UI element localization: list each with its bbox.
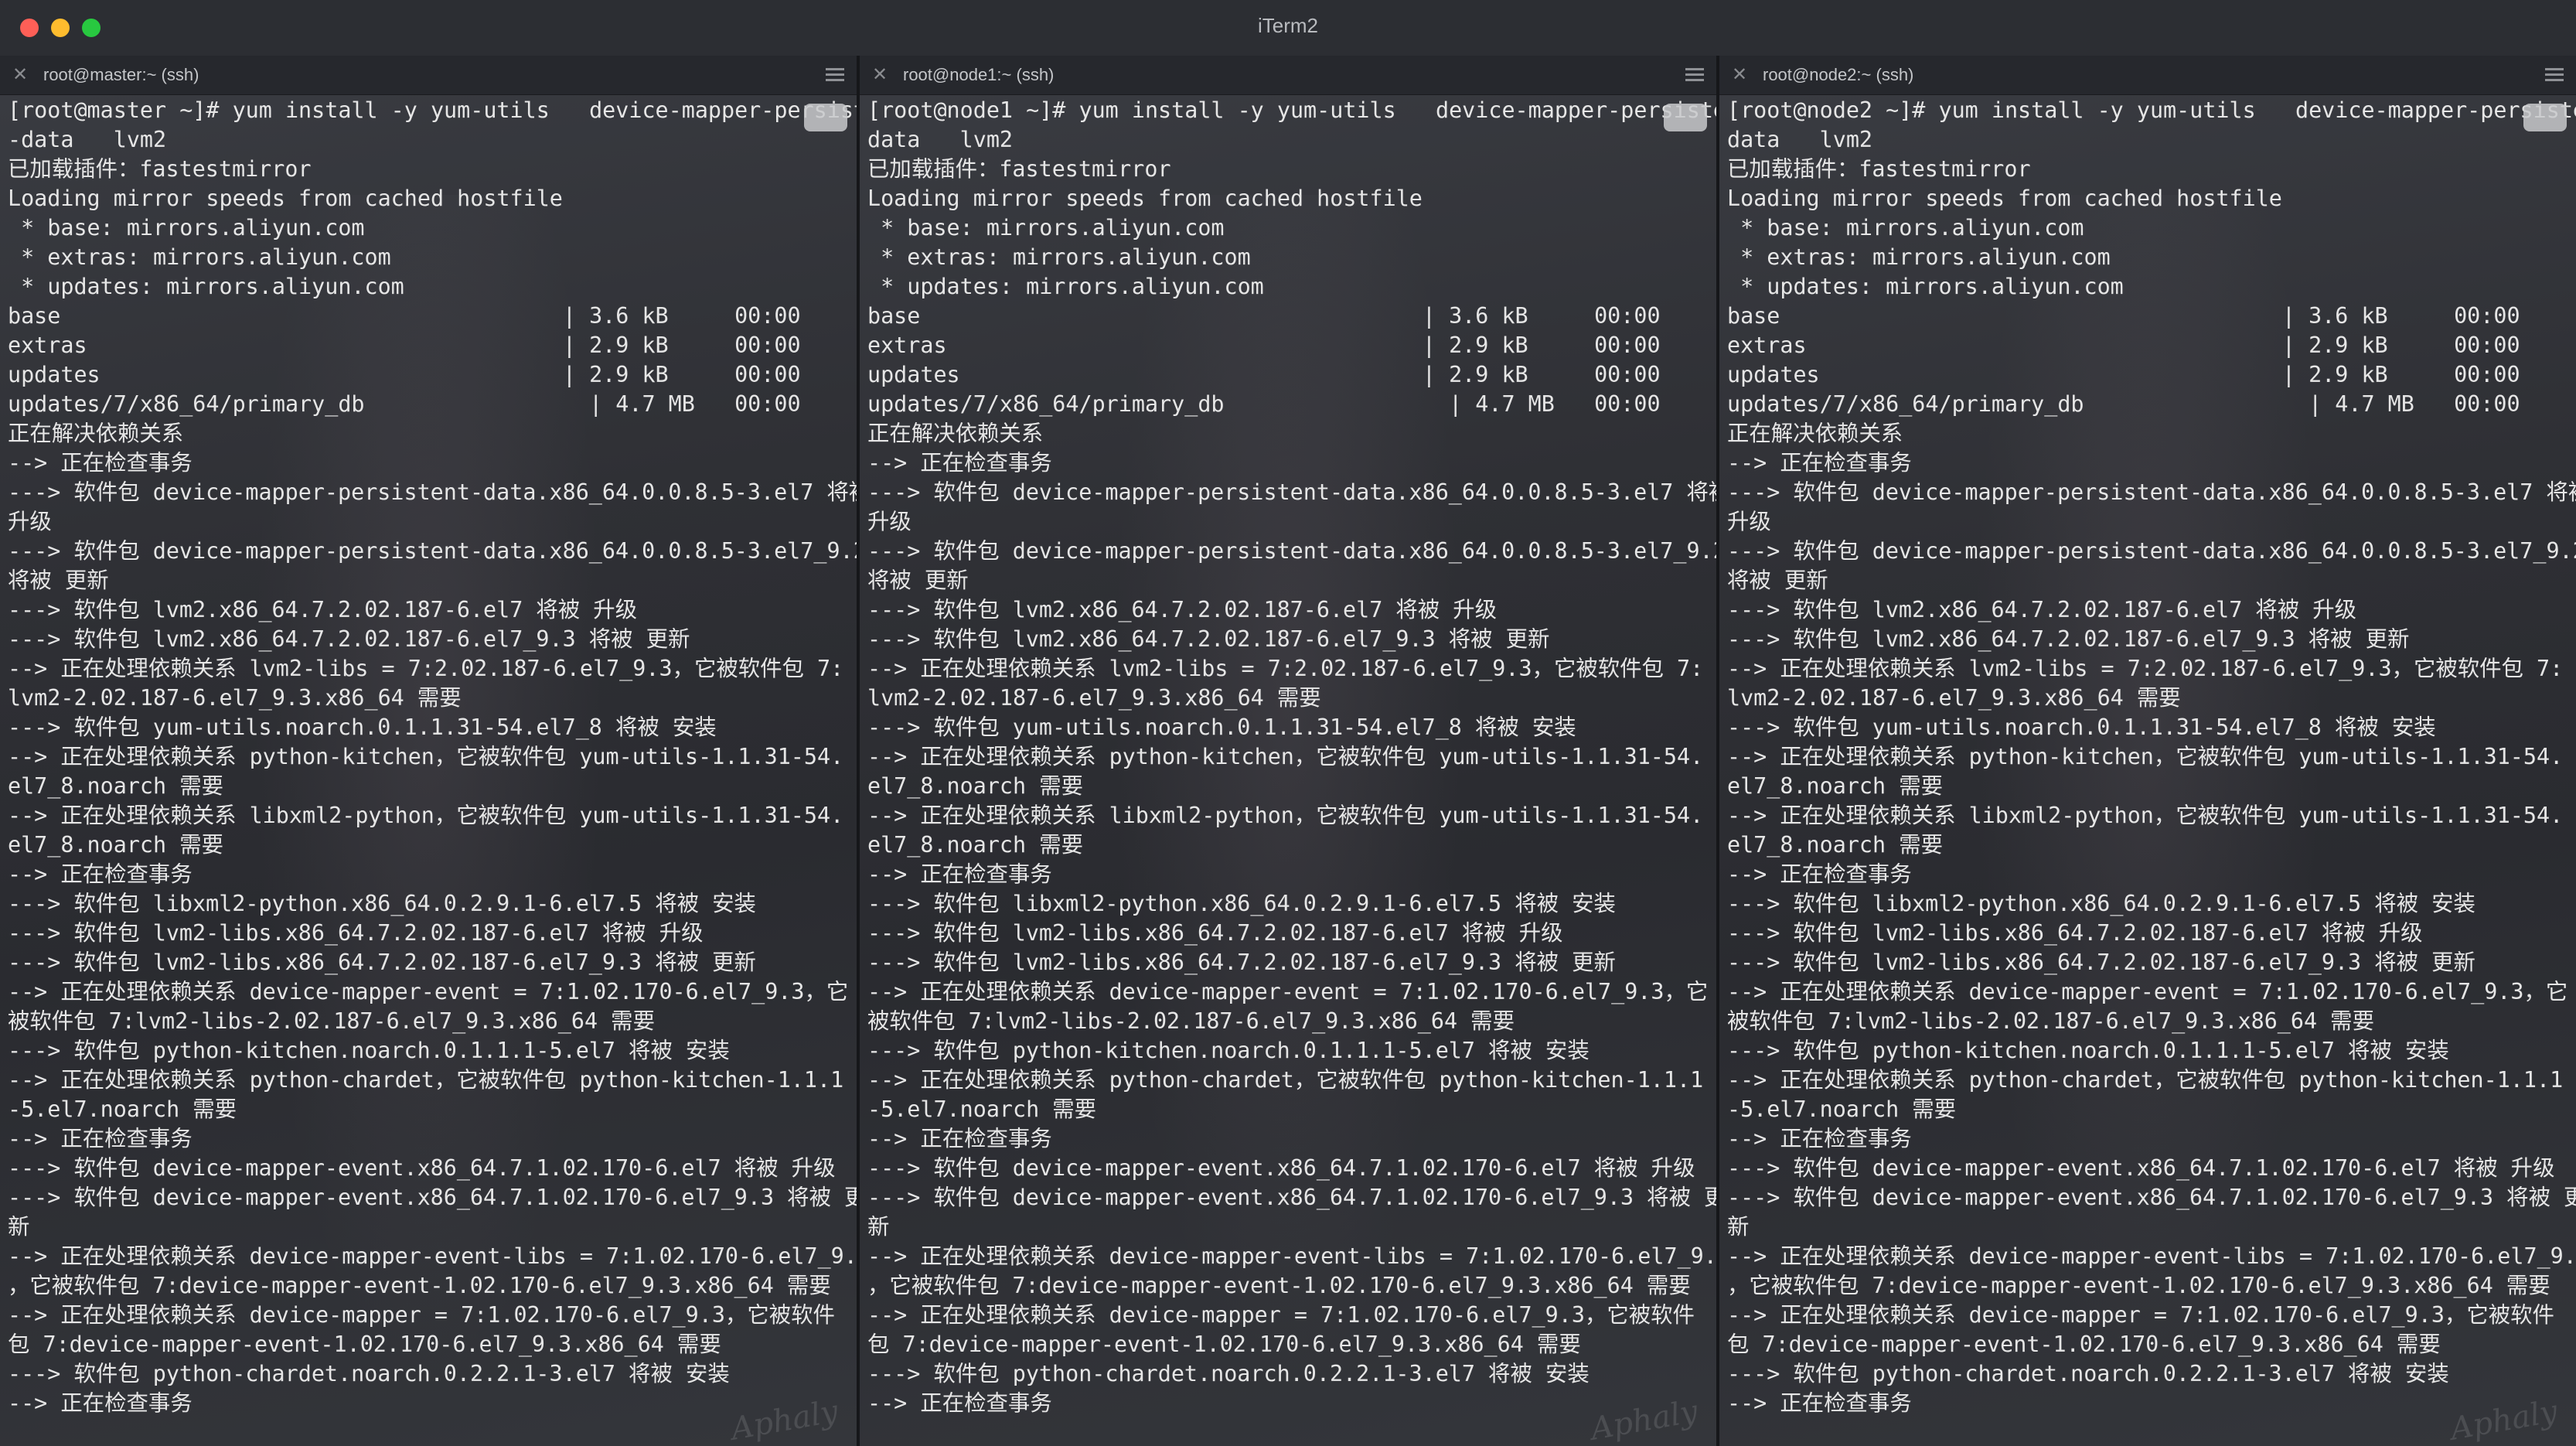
terminal-pane-node1[interactable]: ✕ root@node1:~ (ssh) [root@node1 ~]# yum…: [860, 56, 1716, 1446]
close-icon[interactable]: ✕: [9, 63, 31, 85]
pane-tab-bar: ✕ root@master:~ (ssh): [0, 56, 857, 95]
terminal-pane-master[interactable]: ✕ root@master:~ (ssh) [root@master ~]# y…: [0, 56, 857, 1446]
terminal-output[interactable]: [root@node2 ~]# yum install -y yum-utils…: [1727, 96, 2576, 1446]
scrollbar-thumb[interactable]: [2523, 104, 2567, 131]
hamburger-menu-icon[interactable]: [2545, 68, 2564, 82]
pane-tab-title[interactable]: root@node2:~ (ssh): [1763, 65, 1913, 85]
window-title: iTerm2: [1257, 14, 1318, 37]
pane-tab-bar: ✕ root@node1:~ (ssh): [860, 56, 1716, 95]
terminal-output[interactable]: [root@master ~]# yum install -y yum-util…: [8, 96, 857, 1446]
pane-tab-title[interactable]: root@node1:~ (ssh): [903, 65, 1054, 85]
iterm2-window: iTerm2 ✕ root@master:~ (ssh) [root@maste…: [0, 0, 2576, 1446]
terminal-pane-node2[interactable]: ✕ root@node2:~ (ssh) [root@node2 ~]# yum…: [1719, 56, 2576, 1446]
close-icon[interactable]: ✕: [1729, 63, 1750, 85]
hamburger-menu-icon[interactable]: [1685, 68, 1704, 82]
scrollbar-thumb[interactable]: [804, 104, 847, 131]
pane-tab-title[interactable]: root@master:~ (ssh): [43, 65, 199, 85]
pane-tab-bar: ✕ root@node2:~ (ssh): [1719, 56, 2576, 95]
hamburger-menu-icon[interactable]: [826, 68, 844, 82]
close-icon[interactable]: ✕: [869, 63, 891, 85]
terminal-output[interactable]: [root@node1 ~]# yum install -y yum-utils…: [867, 96, 1716, 1446]
window-titlebar[interactable]: iTerm2: [0, 0, 2576, 56]
scrollbar-thumb[interactable]: [1664, 104, 1707, 131]
